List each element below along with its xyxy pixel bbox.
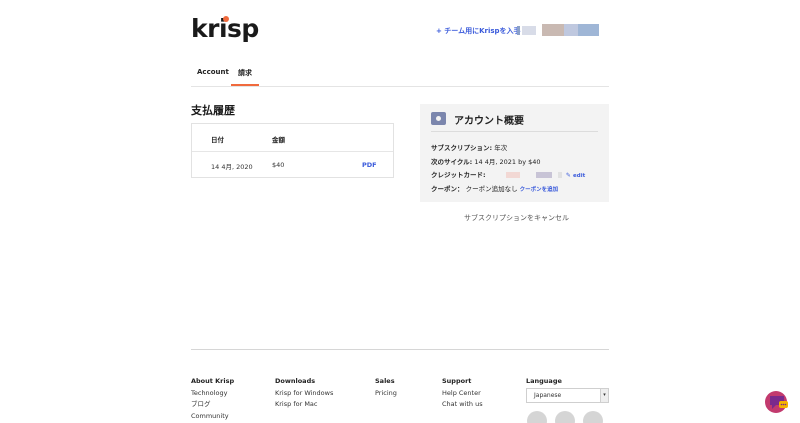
tab-account[interactable]: Account	[197, 68, 229, 82]
footer-link-chat[interactable]: Chat with us	[442, 399, 483, 411]
footer-link-technology[interactable]: Technology	[191, 388, 234, 400]
footer-heading-sales: Sales	[375, 377, 395, 385]
column-header-date: 日付	[211, 136, 224, 144]
payment-history-table: 日付 金額 14 4月, 2020 $40 PDF	[191, 123, 394, 178]
language-select[interactable]: Japanese ▾	[526, 388, 609, 403]
chevron-down-icon: ▾	[600, 389, 608, 402]
footer-link-windows[interactable]: Krisp for Windows	[275, 388, 333, 400]
coupon-value: クーポン追加なし	[465, 185, 518, 193]
logo-dot	[223, 16, 229, 22]
footer-heading-downloads: Downloads	[275, 377, 316, 385]
footer-link-blog[interactable]: ブログ	[191, 399, 234, 411]
facebook-icon[interactable]	[583, 411, 603, 423]
get-krisp-for-teams-link[interactable]: + チーム用にKrispを入手	[436, 26, 521, 36]
footer-column-sales: Sales Pricing	[375, 376, 397, 399]
payment-date: 14 4月, 2020	[211, 163, 253, 171]
account-summary-title: アカウント概要	[454, 116, 524, 127]
card-number-redacted	[557, 172, 562, 178]
footer-link-community[interactable]: Community	[191, 411, 234, 423]
card-number-redacted	[535, 172, 552, 178]
footer-divider	[191, 349, 609, 350]
account-tabs: Account 請求	[191, 68, 609, 87]
footer-column-language: Language	[526, 376, 562, 388]
subscription-value: 年次	[494, 144, 508, 152]
footer-heading-language: Language	[526, 377, 562, 385]
credit-card-row: クレジットカード: ✎ edit	[431, 171, 586, 179]
language-select-value: Japanese	[534, 392, 562, 399]
footer-column-about: About Krisp Technology ブログ Community	[191, 376, 234, 422]
user-info-redacted[interactable]	[517, 24, 599, 36]
wallet-icon	[431, 112, 446, 125]
chat-widget-button[interactable]	[764, 390, 790, 414]
tab-billing[interactable]: 請求	[231, 68, 259, 86]
subscription-row: サブスクリプション: 年次	[431, 144, 508, 152]
chat-bubble-icon	[765, 391, 788, 413]
table-divider	[192, 151, 393, 152]
card-number-redacted	[505, 172, 520, 178]
twitter-icon[interactable]	[527, 411, 547, 423]
footer-column-support: Support Help Center Chat with us	[442, 376, 483, 411]
next-cycle-row: 次のサイクル: 14 4月, 2021 by $40	[431, 158, 541, 166]
account-summary-card: アカウント概要 サブスクリプション: 年次 次のサイクル: 14 4月, 202…	[420, 104, 609, 202]
add-coupon-link[interactable]: クーポンを追加	[520, 187, 559, 193]
footer-heading-about: About Krisp	[191, 377, 235, 385]
next-cycle-value: 14 4月, 2021 by $40	[474, 158, 541, 166]
footer-column-downloads: Downloads Krisp for Windows Krisp for Ma…	[275, 376, 333, 411]
krisp-logo[interactable]: krisp	[191, 14, 259, 43]
footer-link-mac[interactable]: Krisp for Mac	[275, 399, 333, 411]
coupon-row: クーポン： クーポン追加なし クーポンを追加	[431, 185, 559, 193]
pencil-icon: ✎	[565, 172, 571, 179]
column-header-amount: 金額	[272, 136, 285, 144]
summary-divider	[431, 131, 598, 132]
footer-link-pricing[interactable]: Pricing	[375, 388, 397, 400]
linkedin-icon[interactable]	[555, 411, 575, 423]
pdf-download-link[interactable]: PDF	[362, 161, 377, 169]
footer-link-help-center[interactable]: Help Center	[442, 388, 483, 400]
payment-history-title: 支払履歴	[191, 104, 235, 117]
edit-card-link[interactable]: edit	[573, 173, 585, 179]
cancel-subscription-link[interactable]: サブスクリプションをキャンセル	[464, 213, 569, 223]
footer-heading-support: Support	[442, 377, 472, 385]
payment-amount: $40	[272, 161, 285, 169]
